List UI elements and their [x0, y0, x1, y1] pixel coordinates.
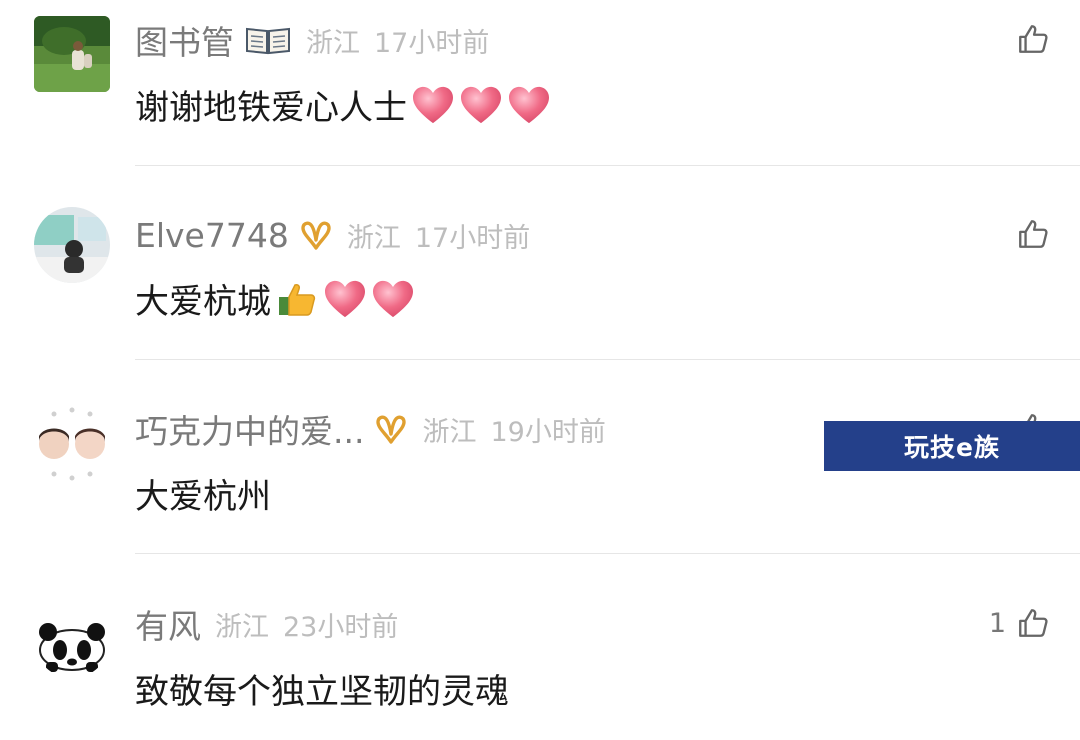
- gold-ribbon-badge-icon: [374, 414, 408, 444]
- avatar[interactable]: [34, 602, 110, 678]
- like-button[interactable]: [1006, 217, 1050, 251]
- comment-text: 致敬每个独立坚韧的灵魂: [135, 672, 509, 712]
- open-book-icon: [244, 25, 292, 55]
- timestamp: 19小时前: [490, 416, 606, 448]
- comment-text: 谢谢地铁爱心人士: [135, 88, 407, 128]
- divider: [135, 165, 1080, 166]
- thumbs-up-emoji: [275, 279, 319, 319]
- heart-emoji: [507, 85, 551, 125]
- heart-emoji: [323, 279, 367, 319]
- thumbs-up-icon[interactable]: [1016, 22, 1050, 56]
- heart-emoji: [411, 85, 455, 125]
- like-button[interactable]: 1: [989, 606, 1050, 640]
- location: 浙江: [346, 222, 401, 254]
- like-count: 1: [988, 607, 1006, 639]
- thumbs-up-icon[interactable]: [1016, 217, 1050, 251]
- comment-item[interactable]: 图书管 浙江 17小时前 谢谢地铁爱心人士: [0, 0, 1080, 166]
- comment-text: 大爱杭城: [135, 282, 271, 322]
- comment-item[interactable]: 有风 浙江 23小时前 致敬每个独立坚韧的灵魂 1: [0, 554, 1080, 740]
- avatar[interactable]: [34, 207, 110, 283]
- avatar[interactable]: [34, 16, 110, 92]
- username[interactable]: 有风: [135, 600, 201, 648]
- avatar[interactable]: [34, 406, 110, 482]
- location: 浙江: [215, 611, 269, 643]
- timestamp: 17小时前: [374, 27, 490, 59]
- like-button[interactable]: [1006, 22, 1050, 56]
- heart-emoji: [371, 279, 415, 319]
- location: 浙江: [306, 27, 360, 59]
- gold-ribbon-badge-icon: [299, 220, 333, 250]
- comment-text: 大爱杭州: [135, 477, 271, 517]
- location: 浙江: [422, 416, 477, 448]
- thumbs-up-icon[interactable]: [1016, 606, 1050, 640]
- watermark: 玩技e族: [824, 421, 1080, 471]
- username[interactable]: 巧克力中的爱...: [135, 405, 364, 453]
- comment-item[interactable]: Elve7748 浙江 17小时前 大爱杭城: [0, 167, 1080, 360]
- username[interactable]: Elve7748: [135, 216, 289, 255]
- username[interactable]: 图书管: [135, 16, 234, 64]
- heart-emoji: [459, 85, 503, 125]
- timestamp: 17小时前: [414, 222, 531, 254]
- timestamp: 23小时前: [283, 611, 399, 643]
